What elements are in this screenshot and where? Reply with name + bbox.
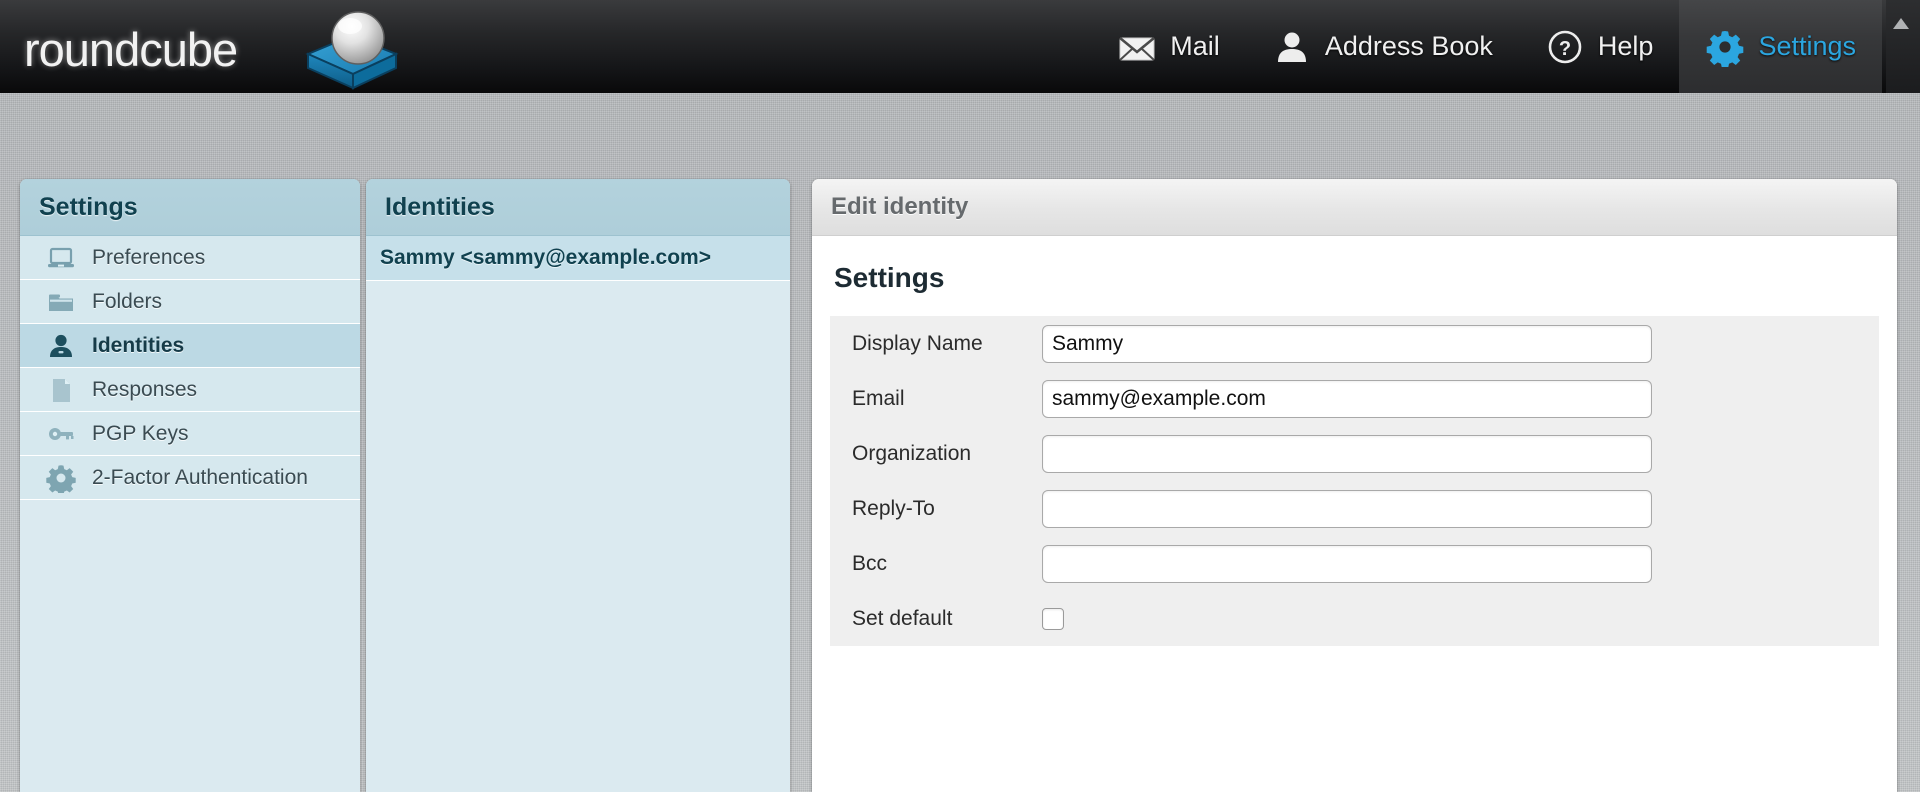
set-default-label: Set default — [852, 606, 953, 630]
identities-list: Sammy <sammy@example.com> — [366, 236, 790, 281]
edit-identity-title: Edit identity — [831, 193, 969, 220]
document-icon — [53, 378, 70, 402]
sidebar-item-preferences-label: Preferences — [92, 245, 206, 269]
settings-list: Preferences Folders Identities Responses… — [20, 236, 360, 500]
taskbar-item-address-book[interactable]: Address Book — [1246, 0, 1519, 93]
identity-fields: Display Name Email Organization Reply-To — [812, 316, 1897, 646]
organization-label: Organization — [852, 441, 972, 465]
sidebar-item-pgp-keys-label: PGP Keys — [92, 421, 189, 445]
taskbar-item-help[interactable]: ? Help — [1519, 0, 1680, 93]
edit-identity-header: Edit identity — [812, 179, 1897, 236]
question-circle-icon: ? — [1548, 30, 1582, 63]
taskbar: Mail Address Book ? Help Settings — [1091, 0, 1882, 93]
email-label: Email — [852, 386, 905, 410]
settings-panel-header: Settings — [20, 179, 360, 236]
sidebar-item-preferences[interactable]: Preferences — [20, 236, 360, 280]
identities-panel-title: Identities — [385, 192, 495, 221]
laptop-icon — [48, 247, 74, 267]
field-row-organization: Organization — [830, 426, 1879, 481]
settings-panel-title: Settings — [39, 192, 138, 221]
email-input[interactable] — [1042, 379, 1652, 418]
sidebar-item-identities[interactable]: Identities — [20, 324, 360, 368]
edit-identity-form: Settings Display Name Email Organization… — [812, 236, 1897, 792]
list-item[interactable]: Sammy <sammy@example.com> — [366, 236, 790, 281]
reply-to-input[interactable] — [1042, 489, 1652, 528]
field-row-email: Email — [830, 371, 1879, 426]
sidebar-item-identities-label: Identities — [92, 333, 185, 357]
taskbar-item-settings-label: Settings — [1758, 31, 1856, 61]
sidebar-item-responses[interactable]: Responses — [20, 368, 360, 412]
window-scrollbar[interactable] — [1886, 0, 1920, 93]
identity-label: Sammy <sammy@example.com> — [380, 246, 711, 269]
app-logo[interactable]: roundcube — [24, 8, 404, 90]
taskbar-item-address-book-label: Address Book — [1324, 31, 1493, 61]
set-default-checkbox[interactable] — [1042, 607, 1064, 630]
reply-to-label: Reply-To — [852, 496, 935, 520]
envelope-icon — [1119, 36, 1156, 61]
display-name-input[interactable] — [1042, 324, 1652, 363]
bcc-input[interactable] — [1042, 544, 1652, 583]
svg-text:?: ? — [1559, 38, 1571, 60]
logo-wordmark: roundcube — [24, 23, 238, 76]
display-name-label: Display Name — [852, 331, 983, 355]
settings-sidebar-panel: Settings Preferences Folders Identities … — [20, 179, 360, 792]
gear-icon — [46, 464, 76, 493]
folder-icon — [49, 294, 73, 311]
form-section-title: Settings — [834, 262, 945, 293]
taskbar-item-help-label: Help — [1597, 31, 1654, 61]
taskbar-item-settings[interactable]: Settings — [1679, 0, 1882, 93]
taskbar-item-mail[interactable]: Mail — [1091, 0, 1246, 93]
edit-identity-panel: Edit identity Settings Display Name Emai… — [812, 179, 1897, 792]
identities-panel-header: Identities — [366, 179, 790, 236]
organization-input[interactable] — [1042, 434, 1652, 473]
workspace: Settings Preferences Folders Identities … — [0, 93, 1920, 792]
taskbar-item-mail-label: Mail — [1170, 31, 1220, 61]
field-row-set-default: Set default — [830, 591, 1879, 646]
gear-icon — [1707, 30, 1744, 67]
sidebar-item-folders[interactable]: Folders — [20, 280, 360, 324]
field-row-bcc: Bcc — [830, 536, 1879, 591]
field-row-reply-to: Reply-To — [830, 481, 1879, 536]
sidebar-item-2factor-authentication[interactable]: 2-Factor Authentication — [20, 456, 360, 500]
sidebar-item-folders-label: Folders — [92, 289, 163, 313]
person-icon — [1277, 32, 1306, 62]
sidebar-item-pgp-keys[interactable]: PGP Keys — [20, 412, 360, 456]
field-row-display-name: Display Name — [830, 316, 1879, 371]
sidebar-item-2factor-authentication-label: 2-Factor Authentication — [92, 465, 308, 489]
scroll-up-arrow-icon[interactable] — [1888, 10, 1914, 36]
roundcube-cube-icon — [305, 11, 399, 90]
bcc-label: Bcc — [852, 551, 888, 575]
sidebar-item-responses-label: Responses — [92, 377, 198, 401]
key-icon — [49, 427, 74, 440]
person-icon — [50, 334, 72, 357]
top-bar: roundcube Mail Address Book ? Help Setti… — [0, 0, 1920, 93]
identities-panel: Identities Sammy <sammy@example.com> — [366, 179, 790, 792]
